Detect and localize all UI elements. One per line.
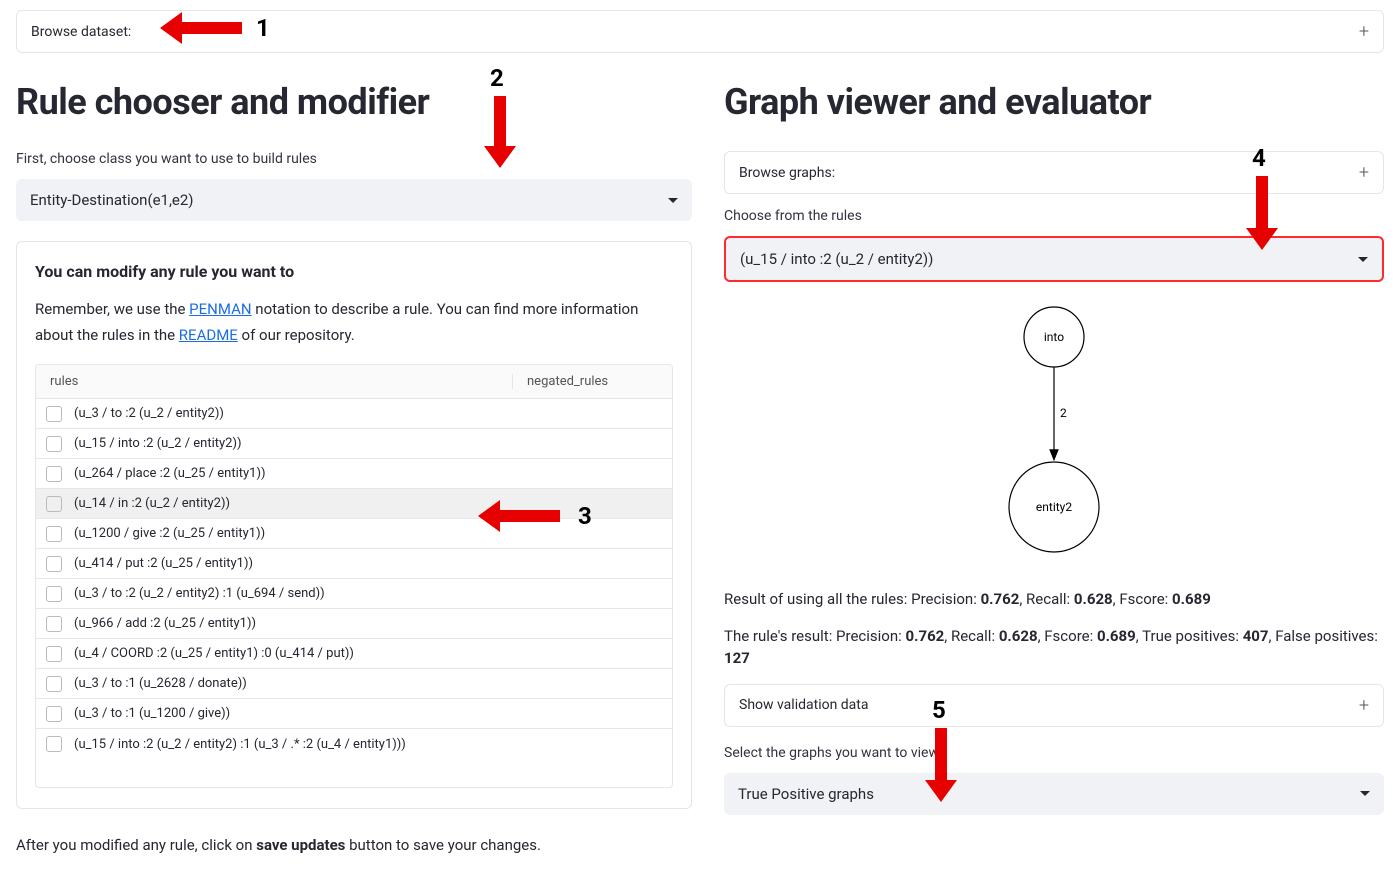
table-row[interactable]: (u_966 / add :2 (u_25 / entity1)) (36, 609, 672, 639)
readme-link[interactable]: README (179, 326, 238, 344)
graph-node-entity2: entity2 (1036, 500, 1072, 514)
row-checkbox[interactable] (46, 526, 62, 542)
rules-table: rules negated_rules (u_3 / to :2 (u_2 / … (35, 364, 673, 788)
class-select[interactable]: Entity-Destination(e1,e2) (16, 179, 692, 221)
table-row[interactable]: (u_1200 / give :2 (u_25 / entity1)) (36, 519, 672, 549)
rule-text: (u_3 / to :2 (u_2 / entity2)) (74, 406, 224, 421)
row-checkbox[interactable] (46, 556, 62, 572)
table-footer (36, 759, 672, 787)
rule-text: (u_15 / into :2 (u_2 / entity2)) (74, 436, 242, 451)
all-rules-result: Result of using all the rules: Precision… (724, 588, 1384, 611)
row-checkbox[interactable] (46, 436, 62, 452)
rule-text: (u_3 / to :1 (u_2628 / donate)) (74, 676, 247, 691)
choose-rules-label: Choose from the rules (724, 208, 1384, 224)
row-checkbox[interactable] (46, 616, 62, 632)
table-row[interactable]: (u_414 / put :2 (u_25 / entity1)) (36, 549, 672, 579)
rule-text: (u_14 / in :2 (u_2 / entity2)) (74, 496, 230, 511)
row-checkbox[interactable] (46, 646, 62, 662)
row-checkbox[interactable] (46, 706, 62, 722)
rule-text: (u_3 / to :1 (u_1200 / give)) (74, 706, 230, 721)
table-row[interactable]: (u_15 / into :2 (u_2 / entity2)) (36, 429, 672, 459)
plus-icon: + (1359, 21, 1369, 42)
table-row[interactable]: (u_3 / to :1 (u_1200 / give)) (36, 699, 672, 729)
rules-panel: You can modify any rule you want to Reme… (16, 241, 692, 809)
table-row[interactable]: (u_3 / to :2 (u_2 / entity2) :1 (u_694 /… (36, 579, 672, 609)
table-row[interactable]: (u_15 / into :2 (u_2 / entity2) :1 (u_3 … (36, 729, 672, 759)
row-checkbox[interactable] (46, 406, 62, 422)
left-heading: Rule chooser and modifier (16, 81, 692, 123)
plus-icon: + (1359, 695, 1369, 716)
browse-graphs-label: Browse graphs: (739, 165, 835, 181)
select-graphs-label: Select the graphs you want to view (724, 745, 1384, 761)
row-checkbox[interactable] (46, 676, 62, 692)
rule-select-value: (u_15 / into :2 (u_2 / entity2)) (740, 250, 933, 268)
single-rule-result: The rule's result: Precision: 0.762, Rec… (724, 625, 1384, 670)
table-row[interactable]: (u_4 / COORD :2 (u_25 / entity1) :0 (u_4… (36, 639, 672, 669)
modify-heading: You can modify any rule you want to (35, 262, 673, 281)
rule-text: (u_15 / into :2 (u_2 / entity2) :1 (u_3 … (74, 737, 406, 752)
right-heading: Graph viewer and evaluator (724, 81, 1384, 123)
browse-dataset-expander[interactable]: Browse dataset: + (16, 10, 1384, 53)
graph-filter-value: True Positive graphs (738, 785, 874, 803)
table-header: rules negated_rules (36, 365, 672, 399)
row-checkbox[interactable] (46, 496, 62, 512)
graph-visualization: into 2 entity2 (724, 302, 1384, 562)
class-select-value: Entity-Destination(e1,e2) (30, 191, 194, 209)
rule-text: (u_966 / add :2 (u_25 / entity1)) (74, 616, 256, 631)
notation-paragraph: Remember, we use the PENMAN notation to … (35, 297, 673, 348)
choose-class-label: First, choose class you want to use to b… (16, 151, 692, 167)
rule-text: (u_3 / to :2 (u_2 / entity2) :1 (u_694 /… (74, 586, 325, 601)
graph-edge-label: 2 (1060, 406, 1067, 420)
row-checkbox[interactable] (46, 466, 62, 482)
chevron-down-icon (1358, 257, 1368, 262)
graph-filter-select[interactable]: True Positive graphs (724, 773, 1384, 815)
show-validation-expander[interactable]: Show validation data + (724, 684, 1384, 727)
browse-graphs-expander[interactable]: Browse graphs: + (724, 151, 1384, 194)
graph-node-into: into (1044, 330, 1064, 344)
row-checkbox[interactable] (46, 736, 62, 752)
row-checkbox[interactable] (46, 586, 62, 602)
table-row[interactable]: (u_3 / to :1 (u_2628 / donate)) (36, 669, 672, 699)
table-row[interactable]: (u_264 / place :2 (u_25 / entity1)) (36, 459, 672, 489)
graph-svg: into 2 entity2 (954, 302, 1154, 562)
chevron-down-icon (1360, 791, 1370, 796)
plus-icon: + (1359, 162, 1369, 183)
rule-text: (u_1200 / give :2 (u_25 / entity1)) (74, 526, 265, 541)
table-row[interactable]: (u_3 / to :2 (u_2 / entity2)) (36, 399, 672, 429)
rule-select[interactable]: (u_15 / into :2 (u_2 / entity2)) (724, 236, 1384, 282)
rule-text: (u_414 / put :2 (u_25 / entity1)) (74, 556, 253, 571)
rule-text: (u_264 / place :2 (u_25 / entity1)) (74, 466, 266, 481)
after-text: After you modified any rule, click on sa… (16, 833, 692, 857)
th-negated: negated_rules (512, 374, 672, 389)
browse-dataset-label: Browse dataset: (31, 24, 131, 40)
th-rules: rules (36, 374, 512, 389)
show-validation-label: Show validation data (739, 697, 869, 713)
penman-link[interactable]: PENMAN (189, 300, 251, 318)
chevron-down-icon (668, 198, 678, 203)
table-row[interactable]: (u_14 / in :2 (u_2 / entity2)) (36, 489, 672, 519)
rule-text: (u_4 / COORD :2 (u_25 / entity1) :0 (u_4… (74, 646, 354, 661)
